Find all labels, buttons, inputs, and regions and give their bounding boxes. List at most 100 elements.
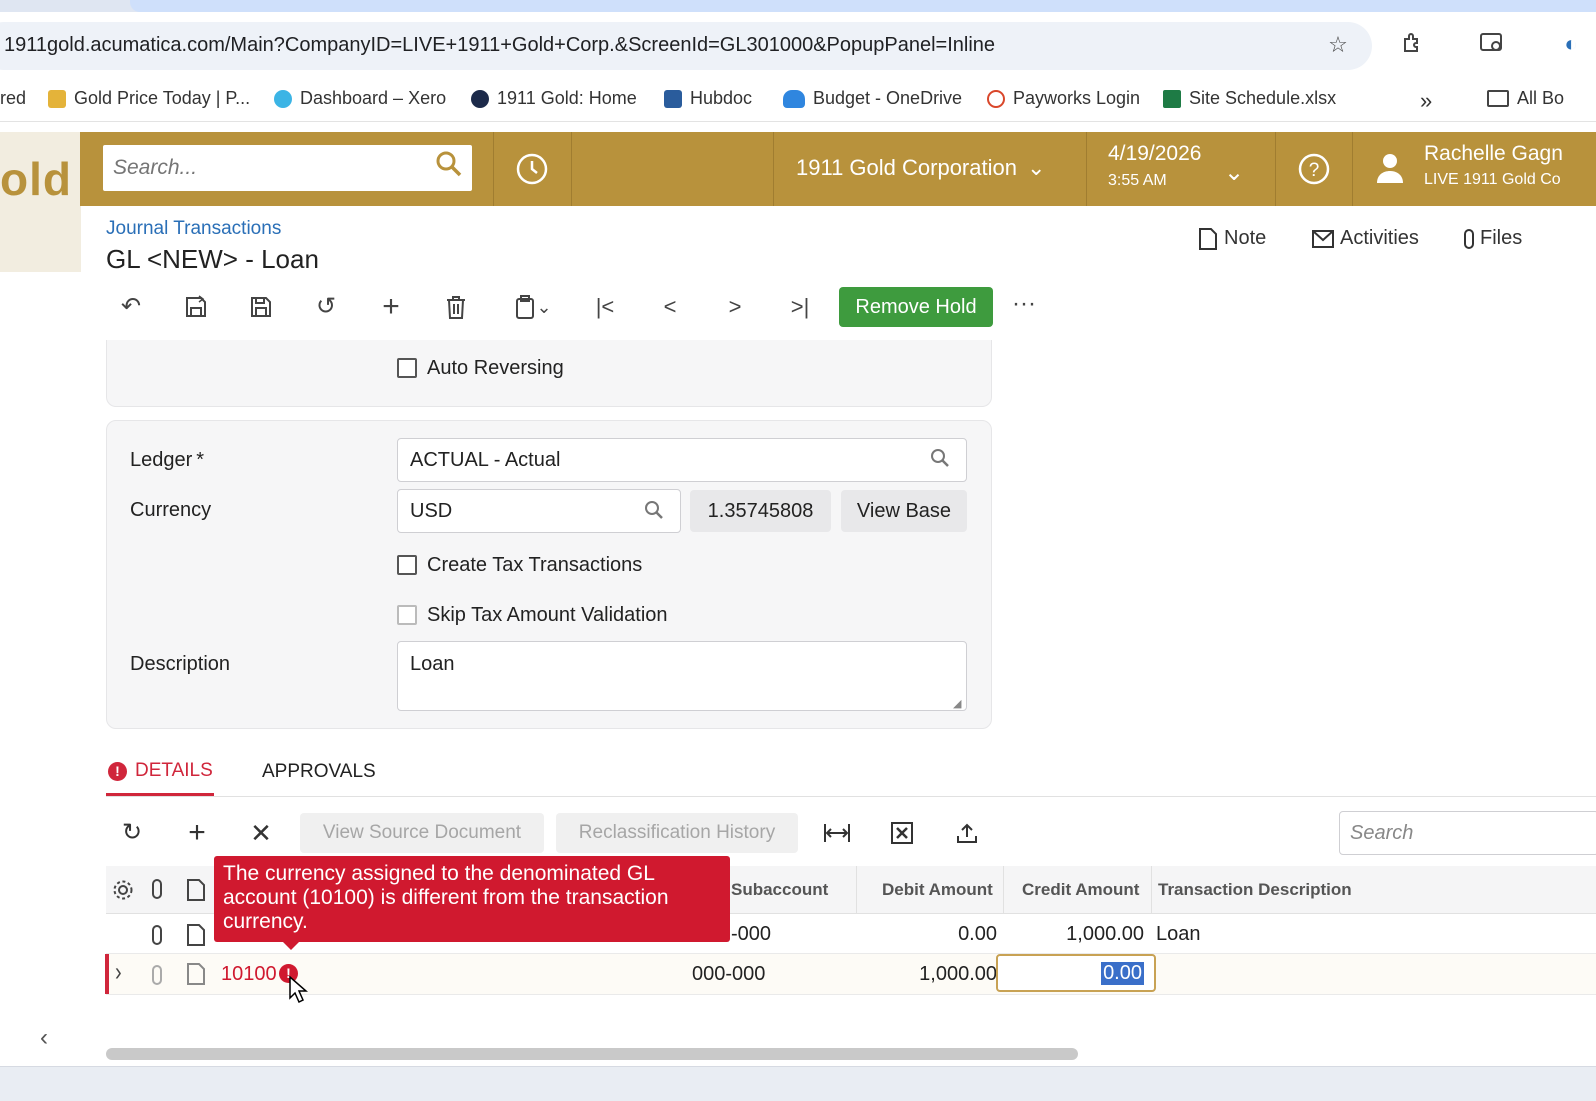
files-button[interactable]: Files [1464,227,1522,250]
tabs-divider [106,796,1596,797]
business-date[interactable]: 4/19/2026 [1108,142,1201,166]
row2-credit-input[interactable]: 0.00 [996,954,1156,992]
all-bookmarks-folder[interactable]: All Bo [1487,88,1564,109]
column-divider [856,866,857,914]
row2-debit[interactable]: 1,000.00 [860,963,997,986]
bookmark-onedrive[interactable]: Budget - OneDrive [783,88,962,109]
bookmarks-overflow-button[interactable]: » [1420,88,1432,114]
remove-hold-button[interactable]: Remove Hold [839,287,993,327]
tab-search-icon[interactable] [1477,31,1507,61]
ledger-search-icon[interactable] [930,448,950,474]
add-row-icon[interactable]: + [180,816,214,850]
error-tooltip-arrow [281,940,301,950]
row-attachment-icon[interactable] [152,965,162,985]
tab-details-label: DETAILS [135,760,213,781]
row2-subaccount[interactable]: 000-000 [692,963,765,986]
row-note-icon[interactable] [186,963,206,990]
bookmark-star-icon[interactable]: ☆ [1323,32,1353,58]
reclassification-history-button[interactable]: Reclassification History [556,813,798,853]
company-name: 1911 Gold Corporation [796,155,1017,180]
upload-icon[interactable] [950,816,984,850]
table-row-active[interactable] [106,954,1596,994]
collapse-sidebar-icon[interactable]: ‹ [40,1024,48,1052]
row1-credit[interactable]: 1,000.00 [1006,923,1144,946]
global-search-input[interactable] [113,153,423,183]
skip-tax-validation-checkbox[interactable] [397,605,417,625]
refresh-icon[interactable]: ↻ [115,816,149,850]
more-actions-button[interactable]: ··· [1012,290,1036,318]
fit-columns-icon[interactable] [820,816,854,850]
description-textarea[interactable]: Loan [397,641,967,711]
tab-approvals[interactable]: APPROVALS [262,761,376,783]
recent-history-icon[interactable] [515,152,549,191]
browser-active-tab[interactable] [130,0,1596,12]
bookmark-hubdoc[interactable]: Hubdoc [664,88,752,109]
bookmark-payworks[interactable]: Payworks Login [987,88,1140,109]
bookmark-site-schedule[interactable]: Site Schedule.xlsx [1163,88,1336,109]
column-header-description[interactable]: Transaction Description [1158,880,1352,900]
undo-icon[interactable]: ↺ [309,290,343,324]
row-note-icon[interactable] [186,924,206,951]
bookmark-item[interactable]: red [0,88,26,109]
profile-icon[interactable]: ◐ [1556,31,1586,57]
export-excel-icon[interactable] [885,816,919,850]
first-record-icon[interactable]: |< [588,290,622,324]
global-search-box[interactable] [103,145,472,191]
user-name[interactable]: Rachelle Gagn [1424,142,1563,166]
onedrive-icon [783,89,805,108]
row1-debit[interactable]: 0.00 [860,923,997,946]
column-header-subaccount[interactable]: Subaccount [731,880,828,900]
currency-search-icon[interactable] [644,500,664,526]
last-record-icon[interactable]: >| [783,290,817,324]
next-record-icon[interactable]: > [718,290,752,324]
tab-details[interactable]: ! DETAILS [108,760,213,782]
grid-search-input[interactable]: Search [1339,811,1596,855]
auto-reversing-label: Auto Reversing [427,357,564,379]
column-header-credit[interactable]: Credit Amount [1022,880,1139,900]
chevron-right-icon[interactable]: › [115,959,122,989]
create-tax-checkbox[interactable] [397,555,417,575]
save-and-close-icon[interactable] [179,290,213,324]
company-selector[interactable]: 1911 Gold Corporation ⌄ [796,155,1045,181]
chevron-down-icon: ⌄ [1026,155,1046,180]
column-divider [1151,866,1152,914]
auto-reversing-checkbox[interactable] [397,358,417,378]
breadcrumb[interactable]: Journal Transactions [106,218,281,240]
row2-account[interactable]: 10100 [221,963,277,986]
copy-paste-menu[interactable]: ⌄ [504,290,562,324]
bookmark-1911-home[interactable]: 1911 Gold: Home [471,88,637,109]
chevron-down-icon[interactable]: ⌄ [1224,158,1244,187]
previous-record-icon[interactable]: < [653,290,687,324]
row-attachment-icon[interactable] [152,925,162,945]
search-icon[interactable] [435,150,463,185]
currency-field[interactable]: USD [397,489,681,533]
help-icon[interactable]: ? [1297,152,1331,191]
header-divider [773,132,774,206]
description-value: Loan [410,653,455,675]
resize-handle-icon[interactable]: ◢ [953,697,961,710]
company-logo[interactable]: old [0,152,72,206]
row1-description[interactable]: Loan [1156,923,1201,946]
mouse-cursor-icon [289,975,309,1009]
address-url[interactable]: 1911gold.acumatica.com/Main?CompanyID=LI… [4,34,995,57]
business-time[interactable]: 3:55 AM [1108,172,1167,190]
note-button[interactable]: Note [1198,227,1266,250]
column-header-debit[interactable]: Debit Amount [882,880,993,900]
column-settings-icon[interactable] [112,879,134,906]
delete-icon[interactable] [439,290,473,324]
user-avatar-icon[interactable] [1374,151,1406,190]
ledger-field[interactable]: ACTUAL - Actual [397,438,967,482]
view-base-button[interactable]: View Base [841,490,967,532]
bookmark-xero[interactable]: Dashboard – Xero [274,88,446,109]
save-icon[interactable] [244,290,278,324]
extensions-icon[interactable] [1398,31,1428,61]
delete-row-icon[interactable]: ✕ [244,816,278,850]
currency-rate-button[interactable]: 1.35745808 [690,490,831,532]
row1-subaccount[interactable]: -000 [731,923,771,946]
back-icon[interactable]: ↶ [114,290,148,324]
activities-button[interactable]: Activities [1312,227,1419,250]
view-source-document-button[interactable]: View Source Document [300,813,544,853]
bookmark-gold-price[interactable]: Gold Price Today | P... [48,88,250,109]
add-icon[interactable]: + [374,290,408,324]
horizontal-scrollbar[interactable] [106,1048,1078,1060]
